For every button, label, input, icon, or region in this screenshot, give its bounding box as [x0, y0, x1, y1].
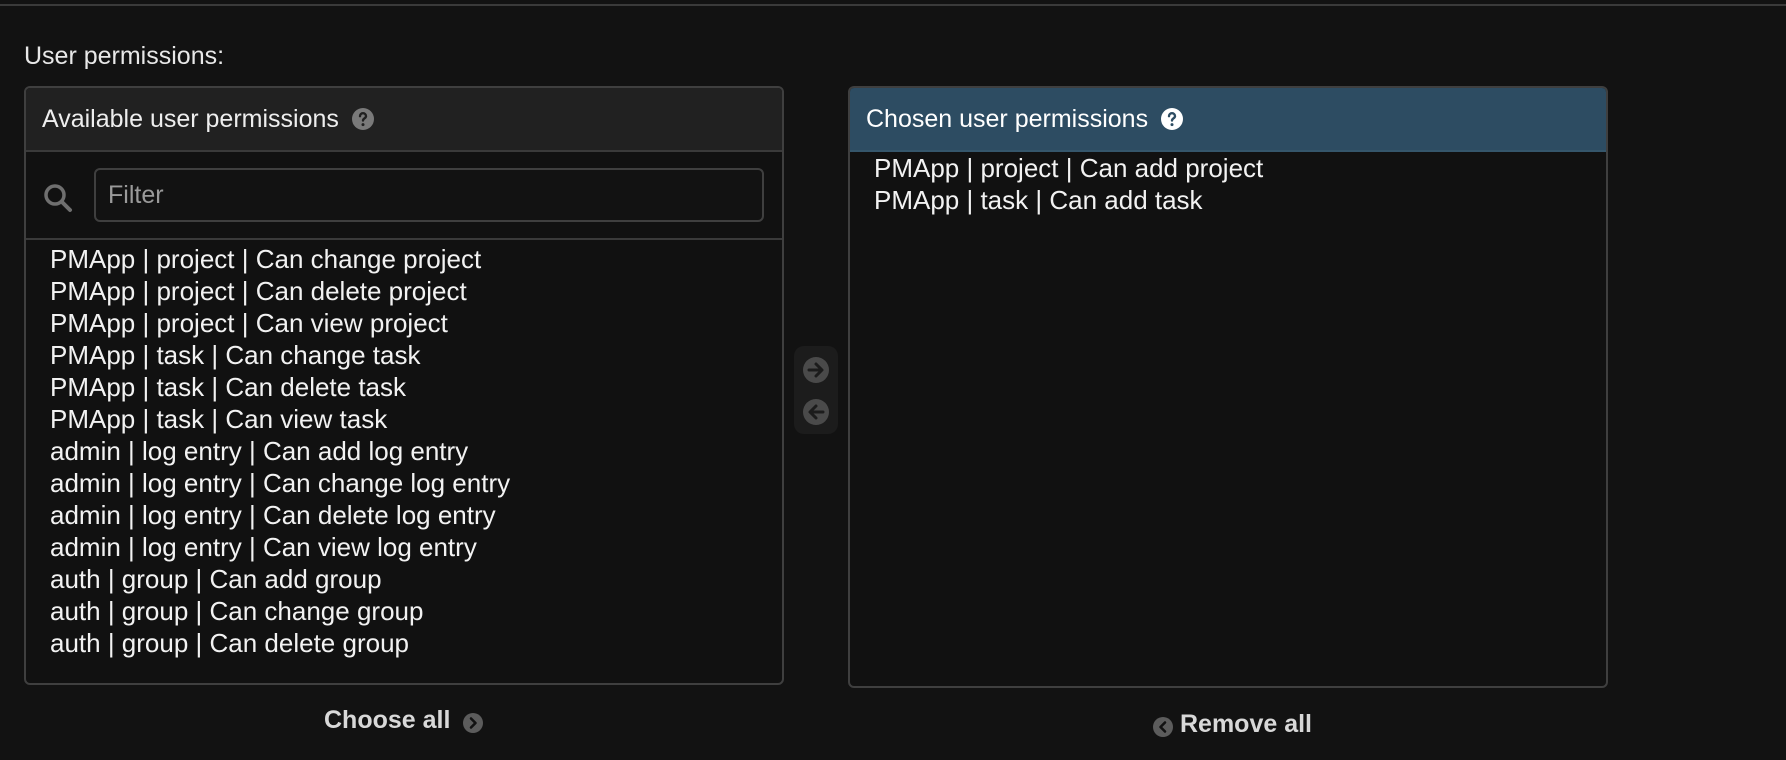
- list-item[interactable]: PMApp | project | Can view project: [50, 307, 782, 339]
- available-permissions-list[interactable]: PMApp | project | Can change project PMA…: [26, 240, 782, 659]
- list-item[interactable]: PMApp | task | Can add task: [874, 184, 1606, 216]
- chevron-left-circle-icon: [1152, 716, 1174, 738]
- top-divider: [0, 4, 1786, 6]
- chosen-permissions-list[interactable]: PMApp | project | Can add project PMApp …: [850, 152, 1606, 216]
- available-permissions-panel: Available user permissions PMApp | proje…: [24, 86, 784, 685]
- chevron-right-circle-icon: [462, 712, 484, 734]
- list-item[interactable]: auth | group | Can add group: [50, 563, 782, 595]
- choose-all-link[interactable]: Choose all: [324, 706, 484, 735]
- remove-all-link[interactable]: Remove all: [1152, 710, 1312, 739]
- filter-input[interactable]: [94, 168, 764, 222]
- list-item[interactable]: admin | log entry | Can view log entry: [50, 531, 782, 563]
- list-item[interactable]: PMApp | project | Can change project: [50, 243, 782, 275]
- remove-all-label: Remove all: [1180, 710, 1313, 738]
- available-permissions-header: Available user permissions: [26, 88, 782, 152]
- search-icon: [42, 182, 74, 214]
- available-permissions-title: Available user permissions: [42, 104, 339, 133]
- list-item[interactable]: admin | log entry | Can add log entry: [50, 435, 782, 467]
- list-item[interactable]: auth | group | Can delete group: [50, 627, 782, 659]
- user-permissions-label: User permissions:: [24, 42, 225, 70]
- chosen-permissions-header: Chosen user permissions: [850, 88, 1606, 152]
- help-icon[interactable]: [351, 107, 375, 131]
- choose-all-label: Choose all: [324, 706, 451, 734]
- list-item[interactable]: PMApp | project | Can delete project: [50, 275, 782, 307]
- help-icon[interactable]: [1160, 107, 1184, 131]
- list-item[interactable]: PMApp | project | Can add project: [874, 152, 1606, 184]
- remove-selected-button[interactable]: [802, 398, 830, 426]
- list-item[interactable]: PMApp | task | Can change task: [50, 339, 782, 371]
- list-item[interactable]: auth | group | Can change group: [50, 595, 782, 627]
- chosen-permissions-title: Chosen user permissions: [866, 104, 1149, 133]
- chosen-permissions-panel: Chosen user permissions PMApp | project …: [848, 86, 1608, 688]
- arrow-left-circle-icon: [803, 399, 829, 425]
- selector-chooser: [794, 346, 838, 434]
- filter-row: [26, 152, 782, 240]
- list-item[interactable]: PMApp | task | Can view task: [50, 403, 782, 435]
- list-item[interactable]: admin | log entry | Can delete log entry: [50, 499, 782, 531]
- add-selected-button[interactable]: [802, 356, 830, 384]
- list-item[interactable]: PMApp | task | Can delete task: [50, 371, 782, 403]
- list-item[interactable]: admin | log entry | Can change log entry: [50, 467, 782, 499]
- arrow-right-circle-icon: [803, 357, 829, 383]
